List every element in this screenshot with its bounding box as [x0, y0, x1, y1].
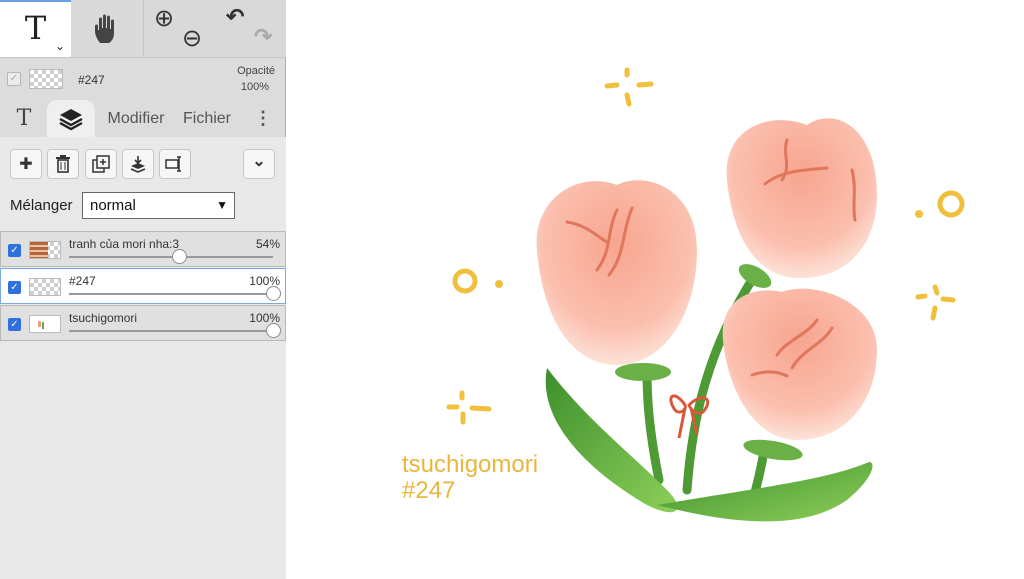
text-tool-button[interactable]: T ⌄ [0, 0, 71, 57]
layer-thumbnail [29, 241, 61, 259]
duplicate-icon [92, 155, 110, 173]
history-tools: ↶ ↷ [214, 0, 286, 57]
plus-icon: ✚ [19, 156, 33, 173]
layer-name: tsuchigomori [69, 311, 138, 325]
blend-mode-label: Mélanger [10, 197, 73, 214]
merge-down-button[interactable] [122, 149, 154, 179]
layer-visibility-checkbox[interactable]: ✓ [8, 281, 21, 294]
transform-layer-button[interactable] [159, 149, 191, 179]
zoom-out-icon[interactable]: ⊖ [182, 24, 202, 53]
layer-thumbnail [29, 278, 61, 296]
zoom-in-icon[interactable]: ⊕ [154, 4, 174, 33]
add-layer-button[interactable]: ✚ [10, 149, 42, 179]
canvas-caption: tsuchigomori #247 [402, 452, 538, 504]
opacity-slider-handle[interactable] [266, 323, 281, 338]
tab-text[interactable]: T [6, 100, 42, 137]
tab-file[interactable]: Fichier [178, 100, 236, 137]
chevron-down-icon[interactable]: ⌄ [55, 39, 65, 53]
drawing-canvas[interactable]: tsuchigomori #247 [287, 0, 1024, 579]
side-panel: T ⌄ ⊕ ⊖ ↶ ↷ ✓ #247 Opacité 100% T Modifi… [0, 0, 286, 579]
layers-icon [59, 108, 83, 130]
opacity-value[interactable]: 100% [241, 81, 269, 93]
layer-row[interactable]: ✓ tranh của mori nha:3 54% [0, 231, 286, 267]
layer-visibility-checkbox[interactable]: ✓ [8, 318, 21, 331]
duplicate-layer-button[interactable] [85, 149, 117, 179]
opacity-slider-track[interactable] [69, 256, 273, 258]
layer-name: tranh của mori nha:3 [69, 237, 180, 251]
opacity-slider-track[interactable] [69, 330, 273, 332]
layer-thumbnail [29, 69, 63, 89]
merge-down-icon [130, 156, 146, 173]
more-menu-icon[interactable]: ⋮ [252, 100, 274, 137]
delete-layer-button[interactable] [47, 149, 79, 179]
hand-icon [95, 14, 114, 43]
tab-layers[interactable] [47, 100, 95, 137]
text-tool-icon: T [24, 8, 47, 47]
undo-icon[interactable]: ↶ [226, 4, 244, 30]
layer-row[interactable]: ✓ #247 100% [0, 268, 286, 304]
tab-modifier[interactable]: Modifier [100, 100, 172, 137]
redo-icon[interactable]: ↷ [254, 24, 272, 50]
layer-visibility-checkbox[interactable]: ✓ [8, 244, 21, 257]
layer-name: #247 [69, 274, 96, 288]
panel-tabs: T Modifier Fichier ⋮ [0, 100, 286, 137]
chevron-down-icon: ⌄ [252, 153, 266, 170]
trash-icon [56, 155, 70, 173]
layers-pane: ✚ ⌄ Mélanger normal ▼ ✓ tranh của mori n… [0, 137, 286, 579]
expand-button[interactable]: ⌄ [243, 149, 275, 179]
opacity-label: Opacité [237, 65, 275, 77]
current-layer-name: #247 [78, 73, 105, 87]
blend-mode-value: normal [90, 197, 136, 214]
tool-toolbar: T ⌄ ⊕ ⊖ ↶ ↷ [0, 0, 286, 58]
hand-tool-button[interactable] [72, 0, 142, 57]
transform-icon [165, 156, 181, 172]
chevron-down-icon: ▼ [216, 198, 228, 212]
opacity-slider-track[interactable] [69, 293, 273, 295]
layer-opacity: 54% [255, 237, 280, 251]
zoom-tools: ⊕ ⊖ [143, 0, 213, 57]
layer-row[interactable]: ✓ tsuchigomori 100% [0, 305, 286, 341]
tulip-illustration [446, 67, 965, 522]
caption-number: #247 [402, 477, 456, 504]
blend-mode-select[interactable]: normal ▼ [82, 192, 235, 219]
layer-visible-checkbox[interactable]: ✓ [7, 72, 21, 86]
layer-thumbnail [29, 315, 61, 333]
opacity-slider-handle[interactable] [172, 249, 188, 264]
caption-author: tsuchigomori [402, 451, 539, 478]
opacity-slider-handle[interactable] [266, 286, 281, 301]
